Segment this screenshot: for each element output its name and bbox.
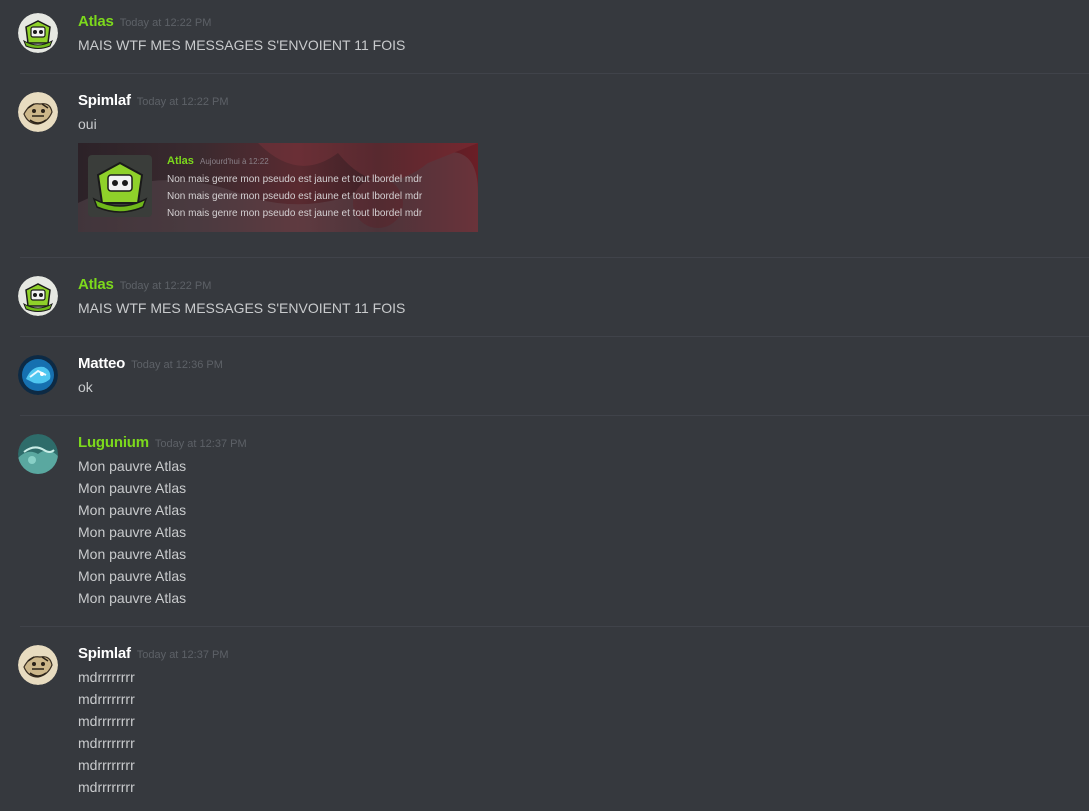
message-header: Spimlaf Today at 12:37 PM [78, 645, 229, 667]
message-line: Mon pauvre Atlas [78, 502, 187, 518]
timestamp: Today at 12:37 PM [154, 438, 247, 450]
message-line: MAIS WTF MES MESSAGES S'ENVOIENT 11 FOIS [78, 37, 406, 53]
timestamp: Today at 12:22 PM [136, 96, 229, 108]
message-divider [20, 73, 1089, 74]
message-content: Mon pauvre Atlas Mon pauvre Atlas Mon pa… [78, 455, 186, 609]
message-line: mdrrrrrrrr [78, 691, 135, 707]
chat-message-list: Atlas Today at 12:22 PM MAIS WTF MES MESS… [0, 0, 1089, 811]
avatar[interactable] [18, 645, 58, 685]
message-line: mdrrrrrrrr [78, 669, 135, 685]
sketch-avatar-icon [18, 645, 58, 685]
blue-creature-avatar-icon [18, 355, 58, 395]
username[interactable]: Spimlaf [78, 645, 131, 662]
green-robot-avatar-icon [18, 276, 58, 316]
message-line: mdrrrrrrrr [78, 779, 135, 795]
embed-line: Non mais genre mon pseudo est jaune et t… [167, 208, 423, 219]
timestamp: Today at 12:36 PM [131, 359, 223, 371]
message-header: Lugunium Today at 12:37 PM [78, 434, 247, 456]
message-line: oui [78, 116, 97, 132]
embed-content: Non mais genre mon pseudo est jaune et t… [167, 171, 422, 222]
message-content: MAIS WTF MES MESSAGES S'ENVOIENT 11 FOIS [78, 297, 405, 319]
green-robot-avatar-icon [18, 13, 58, 53]
username[interactable]: Atlas [78, 13, 114, 30]
message-line: mdrrrrrrrr [78, 757, 135, 773]
message-line: Mon pauvre Atlas [78, 480, 187, 496]
message-content: ok [78, 376, 93, 398]
message-header: Atlas Today at 12:22 PM [78, 13, 211, 35]
message-line: Mon pauvre Atlas [78, 546, 187, 562]
message-divider [20, 336, 1089, 337]
teal-landscape-avatar-icon [18, 434, 58, 474]
image-attachment[interactable]: Atlas Aujourd'hui à 12:22 Non mais genre… [78, 143, 478, 232]
message-line: Mon pauvre Atlas [78, 590, 187, 606]
message-line: ok [78, 379, 93, 395]
avatar[interactable] [18, 355, 58, 395]
username[interactable]: Spimlaf [78, 92, 131, 109]
green-robot-avatar-icon [88, 155, 152, 217]
message-line: Mon pauvre Atlas [78, 568, 187, 584]
message-line: Mon pauvre Atlas [78, 524, 187, 540]
message-content: oui [78, 113, 97, 135]
timestamp: Today at 12:22 PM [119, 17, 212, 29]
avatar[interactable] [18, 92, 58, 132]
message-content: mdrrrrrrrr mdrrrrrrrr mdrrrrrrrr mdrrrrr… [78, 666, 135, 798]
username[interactable]: Lugunium [78, 434, 149, 451]
username[interactable]: Matteo [78, 355, 125, 372]
timestamp: Today at 12:37 PM [136, 649, 229, 661]
message-header: Atlas Today at 12:22 PM [78, 276, 211, 298]
message-line: mdrrrrrrrr [78, 713, 135, 729]
embed-username: Atlas [167, 155, 194, 167]
username[interactable]: Atlas [78, 276, 114, 293]
message-line: Mon pauvre Atlas [78, 458, 187, 474]
message-line: MAIS WTF MES MESSAGES S'ENVOIENT 11 FOIS [78, 300, 406, 316]
embed-timestamp: Aujourd'hui à 12:22 [200, 157, 269, 166]
timestamp: Today at 12:22 PM [119, 280, 212, 292]
embed-line: Non mais genre mon pseudo est jaune et t… [167, 174, 423, 185]
avatar[interactable] [18, 13, 58, 53]
avatar[interactable] [18, 276, 58, 316]
message-header: Spimlaf Today at 12:22 PM [78, 92, 229, 114]
avatar[interactable] [18, 434, 58, 474]
message-content: MAIS WTF MES MESSAGES S'ENVOIENT 11 FOIS [78, 34, 405, 56]
message-divider [20, 626, 1089, 627]
message-divider [20, 415, 1089, 416]
sketch-avatar-icon [18, 92, 58, 132]
message-divider [20, 257, 1089, 258]
message-line: mdrrrrrrrr [78, 735, 135, 751]
message-header: Matteo Today at 12:36 PM [78, 355, 223, 377]
embed-line: Non mais genre mon pseudo est jaune et t… [167, 191, 423, 202]
